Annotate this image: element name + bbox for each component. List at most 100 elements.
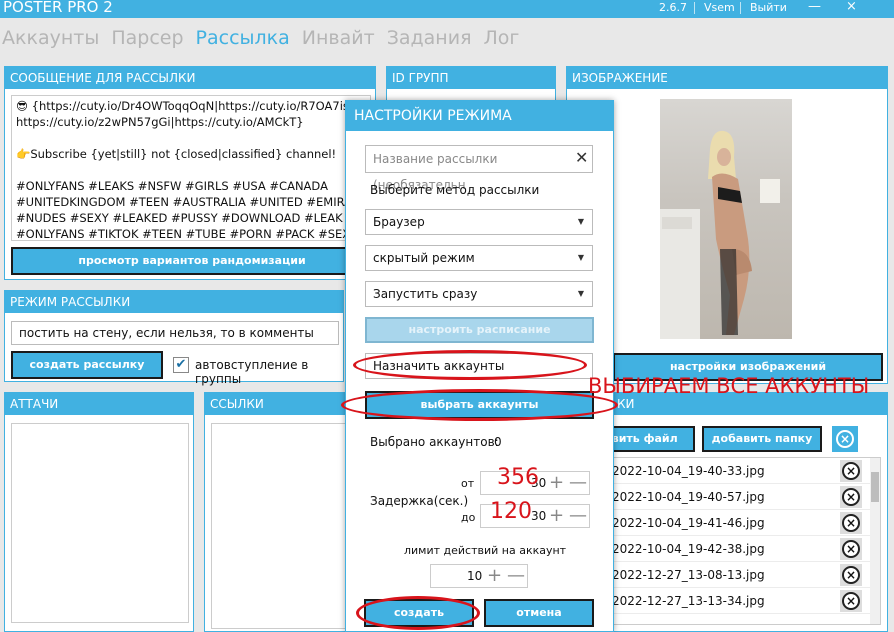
- list-item[interactable]: 2022-10-04_19-42-38.jpg: [574, 536, 874, 562]
- method-label: Выберите метод рассылки: [370, 183, 540, 197]
- limit-value: 10: [467, 569, 483, 583]
- image-panel: ИЗОБРАЖЕНИЕ настройки изображений: [566, 66, 888, 384]
- close-circle-icon: ×: [836, 430, 854, 448]
- remove-file-button[interactable]: ×: [840, 512, 862, 534]
- cancel-button[interactable]: отмена: [484, 599, 594, 627]
- image-panel-title: ИЗОБРАЖЕНИЕ: [567, 67, 887, 89]
- tab-accounts[interactable]: Аккаунты: [2, 27, 99, 49]
- attach-list[interactable]: [11, 423, 189, 623]
- delay-to-value: 30: [531, 509, 547, 523]
- files-scrollbar[interactable]: [870, 458, 880, 624]
- links-panel-title: ССЫЛКИ: [205, 393, 353, 415]
- tab-log[interactable]: Лог: [484, 27, 520, 49]
- list-item[interactable]: 2022-10-04_19-40-33.jpg: [574, 458, 874, 484]
- tab-tasks[interactable]: Задания: [387, 27, 472, 49]
- mailing-name-input[interactable]: Название рассылки (необязательн: [365, 145, 593, 192]
- remove-file-button[interactable]: ×: [840, 564, 862, 586]
- minus-icon[interactable]: —: [569, 505, 587, 527]
- schedule-button[interactable]: настроить расписание: [365, 317, 594, 343]
- tab-parser[interactable]: Парсер: [111, 27, 183, 49]
- mode-select[interactable]: постить на стену, если нельзя, то в комм…: [11, 321, 339, 345]
- logout-button[interactable]: Выйти: [750, 1, 787, 14]
- delay-label: Задержка(сек.): [370, 494, 469, 508]
- message-panel-title: СООБЩЕНИЕ ДЛЯ РАССЫЛКИ: [5, 67, 375, 89]
- current-user[interactable]: Vsem: [704, 1, 735, 14]
- create-mailing-button[interactable]: создать рассылку: [11, 351, 163, 379]
- main-tabs: Аккаунты Парсер Рассылка Инвайт Задания Лог: [2, 27, 531, 53]
- minimize-icon[interactable]: —: [808, 0, 821, 14]
- close-circle-icon: ×: [842, 462, 860, 480]
- close-icon[interactable]: ×: [846, 0, 857, 14]
- message-line: [16, 162, 366, 178]
- list-item[interactable]: 2022-12-27_13-08-13.jpg: [574, 562, 874, 588]
- plus-icon[interactable]: +: [549, 472, 564, 494]
- app-title: POSTER PRO 2: [3, 0, 113, 16]
- annotation-text: ВЫБИРАЕМ ВСЕ АККУНТЫ: [588, 374, 870, 398]
- message-line: #UNITEDKINGDOM #TEEN #AUSTRALIA #UNITED …: [16, 195, 370, 209]
- clear-files-button[interactable]: ×: [832, 426, 858, 452]
- list-item[interactable]: 2022-10-04_19-41-46.jpg: [574, 510, 874, 536]
- list-item[interactable]: 2022-12-27_13-13-34.jpg: [574, 588, 874, 614]
- close-circle-icon: ×: [842, 592, 860, 610]
- delay-to-label: до: [461, 511, 476, 524]
- id-groups-panel-title: ID ГРУПП: [387, 67, 555, 89]
- list-item[interactable]: 2022-10-04_19-40-57.jpg: [574, 484, 874, 510]
- title-bar: POSTER PRO 2 2.6.7 Vsem Выйти — ×: [0, 0, 894, 18]
- preview-randomization-button[interactable]: просмотр вариантов рандомизации: [11, 247, 373, 275]
- close-circle-icon: ×: [842, 488, 860, 506]
- attach-panel: АТТАЧИ: [4, 392, 194, 632]
- start-select[interactable]: Запустить сразу: [365, 281, 593, 307]
- method-select[interactable]: Браузер: [365, 209, 593, 235]
- delay-from-label: от: [461, 477, 475, 490]
- annotation-ring: [341, 389, 618, 421]
- files-panel: КИ авить файл добавить папку × 2022-10-0…: [566, 392, 888, 632]
- remove-file-button[interactable]: ×: [840, 460, 862, 482]
- close-circle-icon: ×: [842, 566, 860, 584]
- remove-file-button[interactable]: ×: [840, 538, 862, 560]
- auto-join-checkbox[interactable]: ✔: [173, 357, 189, 373]
- links-panel: ССЫЛКИ: [204, 392, 354, 632]
- links-list[interactable]: [211, 423, 349, 629]
- attach-panel-title: АТТАЧИ: [5, 393, 193, 415]
- message-line: #ONLYFANS #TIKTOK #TEEN #TUBE #PORN #PAC…: [16, 227, 358, 241]
- annotation-ring: [356, 596, 480, 630]
- close-circle-icon: ×: [842, 540, 860, 558]
- message-line: #NUDES #SEXY #LEAKED #PUSSY #DOWNLOAD #L…: [16, 211, 343, 225]
- message-line: #ONLYFANS #LEAKS #NSFW #GIRLS #USA #CANA…: [16, 179, 328, 193]
- close-circle-icon: ×: [842, 514, 860, 532]
- auto-join-label: автовступление в группы: [195, 358, 309, 386]
- plus-icon[interactable]: +: [487, 565, 502, 587]
- selected-count-label: Выбрано аккаунтов:: [370, 435, 499, 449]
- message-line: 👉Subscribe {yet|still} not {closed|class…: [16, 147, 337, 161]
- mode-panel-title: РЕЖИМ РАССЫЛКИ: [5, 291, 343, 313]
- message-line: [16, 130, 366, 146]
- divider: [694, 2, 695, 14]
- message-line: https://cuty.io/z2wPN57gGi|https://cuty.…: [16, 115, 304, 129]
- plus-icon[interactable]: +: [549, 505, 564, 527]
- divider: [740, 2, 741, 14]
- selected-count: 0: [494, 435, 502, 449]
- limit-label: лимит действий на аккаунт: [404, 544, 567, 557]
- tab-mailing[interactable]: Рассылка: [196, 27, 290, 49]
- annotation-ring: [353, 350, 587, 380]
- dialog-title: НАСТРОЙКИ РЕЖИМА: [346, 101, 613, 131]
- photo-figure-icon: [660, 130, 780, 339]
- files-list[interactable]: 2022-10-04_19-40-33.jpg 2022-10-04_19-40…: [573, 457, 881, 625]
- tab-invite[interactable]: Инвайт: [302, 27, 375, 49]
- message-line: 😎 {https://cuty.io/Dr4OWToqqOqN|https://…: [16, 99, 365, 113]
- scrollbar-thumb[interactable]: [871, 472, 879, 502]
- image-preview: [660, 99, 792, 339]
- message-textarea[interactable]: 😎 {https://cuty.io/Dr4OWToqqOqN|https://…: [11, 95, 371, 241]
- app-version: 2.6.7: [659, 1, 687, 14]
- remove-file-button[interactable]: ×: [840, 590, 862, 612]
- remove-file-button[interactable]: ×: [840, 486, 862, 508]
- limit-stepper[interactable]: 10 + —: [430, 564, 528, 588]
- mode-select[interactable]: скрытый режим: [365, 245, 593, 271]
- minus-icon[interactable]: —: [507, 565, 525, 587]
- mode-panel: РЕЖИМ РАССЫЛКИ постить на стену, если не…: [4, 290, 344, 386]
- message-panel: СООБЩЕНИЕ ДЛЯ РАССЫЛКИ 😎 {https://cuty.i…: [4, 66, 376, 280]
- add-folder-button[interactable]: добавить папку: [702, 426, 822, 452]
- annotation-from-value: 356: [497, 465, 539, 490]
- minus-icon[interactable]: —: [569, 472, 587, 494]
- clear-input-icon[interactable]: ✕: [575, 148, 588, 167]
